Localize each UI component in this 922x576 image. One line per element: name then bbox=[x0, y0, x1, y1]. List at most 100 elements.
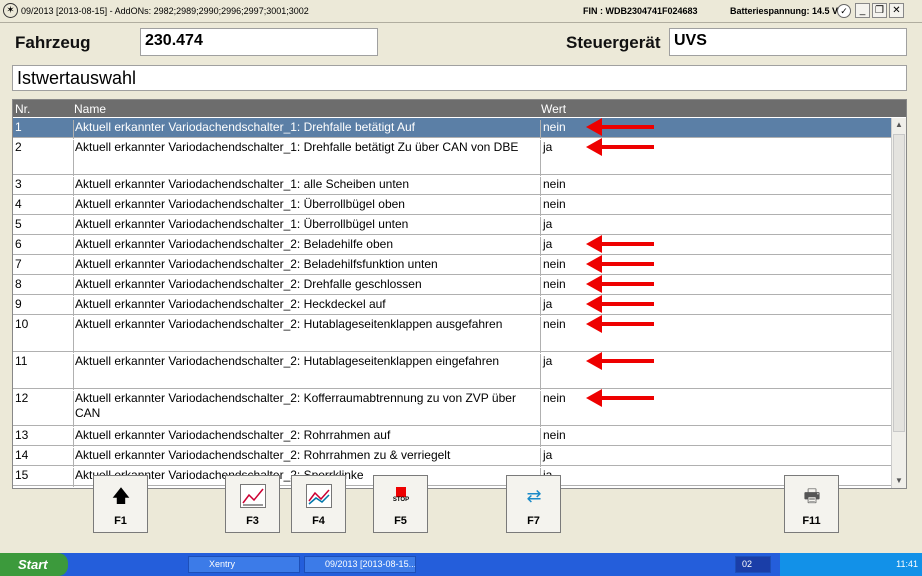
row-value: nein bbox=[540, 277, 566, 296]
main-panel: Fahrzeug 230.474 Steuergerät UVS Istwert… bbox=[0, 23, 922, 549]
row-value: ja bbox=[540, 448, 552, 467]
table-row[interactable]: 10 Aktuell erkannter Variodachendschalter… bbox=[13, 315, 893, 353]
row-number: 12 bbox=[15, 391, 29, 405]
close-button[interactable]: ✕ bbox=[889, 3, 904, 18]
row-number: 11 bbox=[15, 354, 28, 368]
mercedes-star-icon: ✶ bbox=[3, 3, 18, 18]
table-row[interactable]: 5 Aktuell erkannter Variodachendschalter_… bbox=[13, 215, 893, 236]
row-name: Aktuell erkannter Variodachendschalter_2… bbox=[73, 297, 533, 316]
table-body: 1 Aktuell erkannter Variodachendschalter_… bbox=[13, 118, 893, 487]
row-number: 3 bbox=[15, 177, 22, 191]
row-name: Aktuell erkannter Variodachendschalter_2… bbox=[73, 391, 533, 427]
system-tray: 11:41 bbox=[780, 553, 922, 576]
row-value: nein bbox=[540, 197, 566, 216]
column-header-nr[interactable]: Nr. bbox=[15, 102, 30, 116]
row-value: nein bbox=[540, 317, 566, 353]
row-number: 15 bbox=[15, 468, 29, 482]
row-number: 10 bbox=[15, 317, 29, 331]
arrow-up-icon: 🡅 bbox=[111, 486, 131, 506]
row-name: Aktuell erkannter Variodachendschalter_1… bbox=[73, 177, 533, 196]
row-value: nein bbox=[540, 120, 566, 139]
row-name: Aktuell erkannter Variodachendschalter_1… bbox=[73, 217, 533, 236]
row-name: Aktuell erkannter Variodachendschalter_2… bbox=[73, 257, 533, 276]
f5-button[interactable]: STOP F5 bbox=[373, 475, 428, 533]
table-row[interactable]: 6 Aktuell erkannter Variodachendschalter_… bbox=[13, 235, 893, 256]
f1-button[interactable]: 🡅 F1 bbox=[93, 475, 148, 533]
value-table: Nr. Name Wert 1 Aktuell erkannter Varioda… bbox=[12, 99, 907, 489]
row-number: 13 bbox=[15, 428, 29, 442]
table-row[interactable]: 3 Aktuell erkannter Variodachendschalter_… bbox=[13, 175, 893, 196]
stop-icon: STOP bbox=[388, 484, 414, 508]
printer-icon: 🖶 bbox=[803, 486, 821, 506]
row-name: Aktuell erkannter Variodachendschalter_1… bbox=[73, 197, 533, 216]
f11-button[interactable]: 🖶 F11 bbox=[784, 475, 839, 533]
taskbar-item-das[interactable]: 09/2013 [2013-08-15... bbox=[304, 556, 416, 573]
row-name: Aktuell erkannter Variodachendschalter_2… bbox=[73, 237, 533, 256]
multi-chart-icon bbox=[306, 484, 332, 508]
red-arrow-icon bbox=[586, 295, 654, 313]
row-name: Aktuell erkannter Variodachendschalter_2… bbox=[73, 317, 533, 353]
table-row[interactable]: 11 Aktuell erkannter Variodachendschalter… bbox=[13, 352, 893, 390]
row-value: nein bbox=[540, 177, 566, 196]
swap-arrows-icon: ⇄ bbox=[526, 486, 542, 506]
row-value: nein bbox=[540, 428, 566, 447]
table-row[interactable]: 8 Aktuell erkannter Variodachendschalter_… bbox=[13, 275, 893, 296]
table-row[interactable]: 7 Aktuell erkannter Variodachendschalter_… bbox=[13, 255, 893, 276]
red-arrow-icon bbox=[586, 255, 654, 273]
minimize-button[interactable]: _ bbox=[855, 3, 870, 18]
fin-label: FIN : WDB2304741F024683 bbox=[583, 6, 698, 16]
scroll-down-icon[interactable]: ▼ bbox=[893, 474, 905, 488]
row-name: Aktuell erkannter Variodachendschalter_1… bbox=[73, 140, 533, 176]
chart-icon bbox=[240, 484, 266, 508]
ecu-label: Steuergerät bbox=[566, 33, 661, 52]
check-icon: ✓ bbox=[837, 4, 851, 18]
battery-voltage: Batteriespannung: 14.5 V bbox=[730, 6, 839, 16]
row-value: ja bbox=[540, 354, 552, 390]
row-value: ja bbox=[540, 140, 552, 176]
row-value: ja bbox=[540, 217, 552, 236]
table-row[interactable]: 13 Aktuell erkannter Variodachendschalter… bbox=[13, 426, 893, 447]
tray-badge[interactable]: 02 bbox=[735, 556, 771, 573]
start-button[interactable]: Start bbox=[0, 553, 68, 576]
restore-button[interactable]: ❐ bbox=[872, 3, 887, 18]
red-arrow-icon bbox=[586, 235, 654, 253]
scrollbar[interactable]: ▲ ▼ bbox=[891, 118, 906, 488]
table-row[interactable]: 9 Aktuell erkannter Variodachendschalter_… bbox=[13, 295, 893, 316]
row-name: Aktuell erkannter Variodachendschalter_2… bbox=[73, 354, 533, 390]
clock: 11:41 bbox=[896, 559, 918, 569]
f4-button[interactable]: F4 bbox=[291, 475, 346, 533]
row-number: 4 bbox=[15, 197, 22, 211]
row-value: ja bbox=[540, 297, 552, 316]
row-number: 6 bbox=[15, 237, 22, 251]
section-title: Istwertauswahl bbox=[12, 65, 907, 91]
row-number: 5 bbox=[15, 217, 22, 231]
scroll-thumb[interactable] bbox=[893, 134, 905, 432]
table-row[interactable]: 14 Aktuell erkannter Variodachendschalter… bbox=[13, 446, 893, 467]
taskbar-item-xentry[interactable]: Xentry bbox=[188, 556, 300, 573]
column-header-value[interactable]: Wert bbox=[541, 102, 566, 116]
row-value: nein bbox=[540, 391, 566, 427]
vehicle-label: Fahrzeug bbox=[15, 33, 91, 52]
scroll-up-icon[interactable]: ▲ bbox=[893, 118, 905, 132]
title-bar: ✶ 09/2013 [2013-08-15] - AddONs: 2982;29… bbox=[0, 0, 922, 23]
table-row[interactable]: 12 Aktuell erkannter Variodachendschalter… bbox=[13, 389, 893, 427]
red-arrow-icon bbox=[586, 315, 654, 333]
red-arrow-icon bbox=[586, 352, 654, 370]
row-value: ja bbox=[540, 237, 552, 256]
table-row[interactable]: 2 Aktuell erkannter Variodachendschalter_… bbox=[13, 138, 893, 176]
red-arrow-icon bbox=[586, 118, 654, 136]
column-header-name[interactable]: Name bbox=[74, 102, 106, 116]
vehicle-field[interactable]: 230.474 bbox=[140, 28, 378, 56]
table-header: Nr. Name Wert bbox=[13, 100, 906, 117]
taskbar: Start Xentry 09/2013 [2013-08-15... 02 1… bbox=[0, 553, 922, 576]
f7-button[interactable]: ⇄ F7 bbox=[506, 475, 561, 533]
row-name: Aktuell erkannter Variodachendschalter_1… bbox=[73, 120, 533, 139]
f3-button[interactable]: F3 bbox=[225, 475, 280, 533]
row-number: 2 bbox=[15, 140, 22, 154]
table-row[interactable]: 1 Aktuell erkannter Variodachendschalter_… bbox=[13, 118, 893, 139]
ecu-field[interactable]: UVS bbox=[669, 28, 907, 56]
row-number: 1 bbox=[15, 120, 22, 134]
red-arrow-icon bbox=[586, 389, 654, 407]
table-row[interactable]: 4 Aktuell erkannter Variodachendschalter_… bbox=[13, 195, 893, 216]
row-value: nein bbox=[540, 257, 566, 276]
